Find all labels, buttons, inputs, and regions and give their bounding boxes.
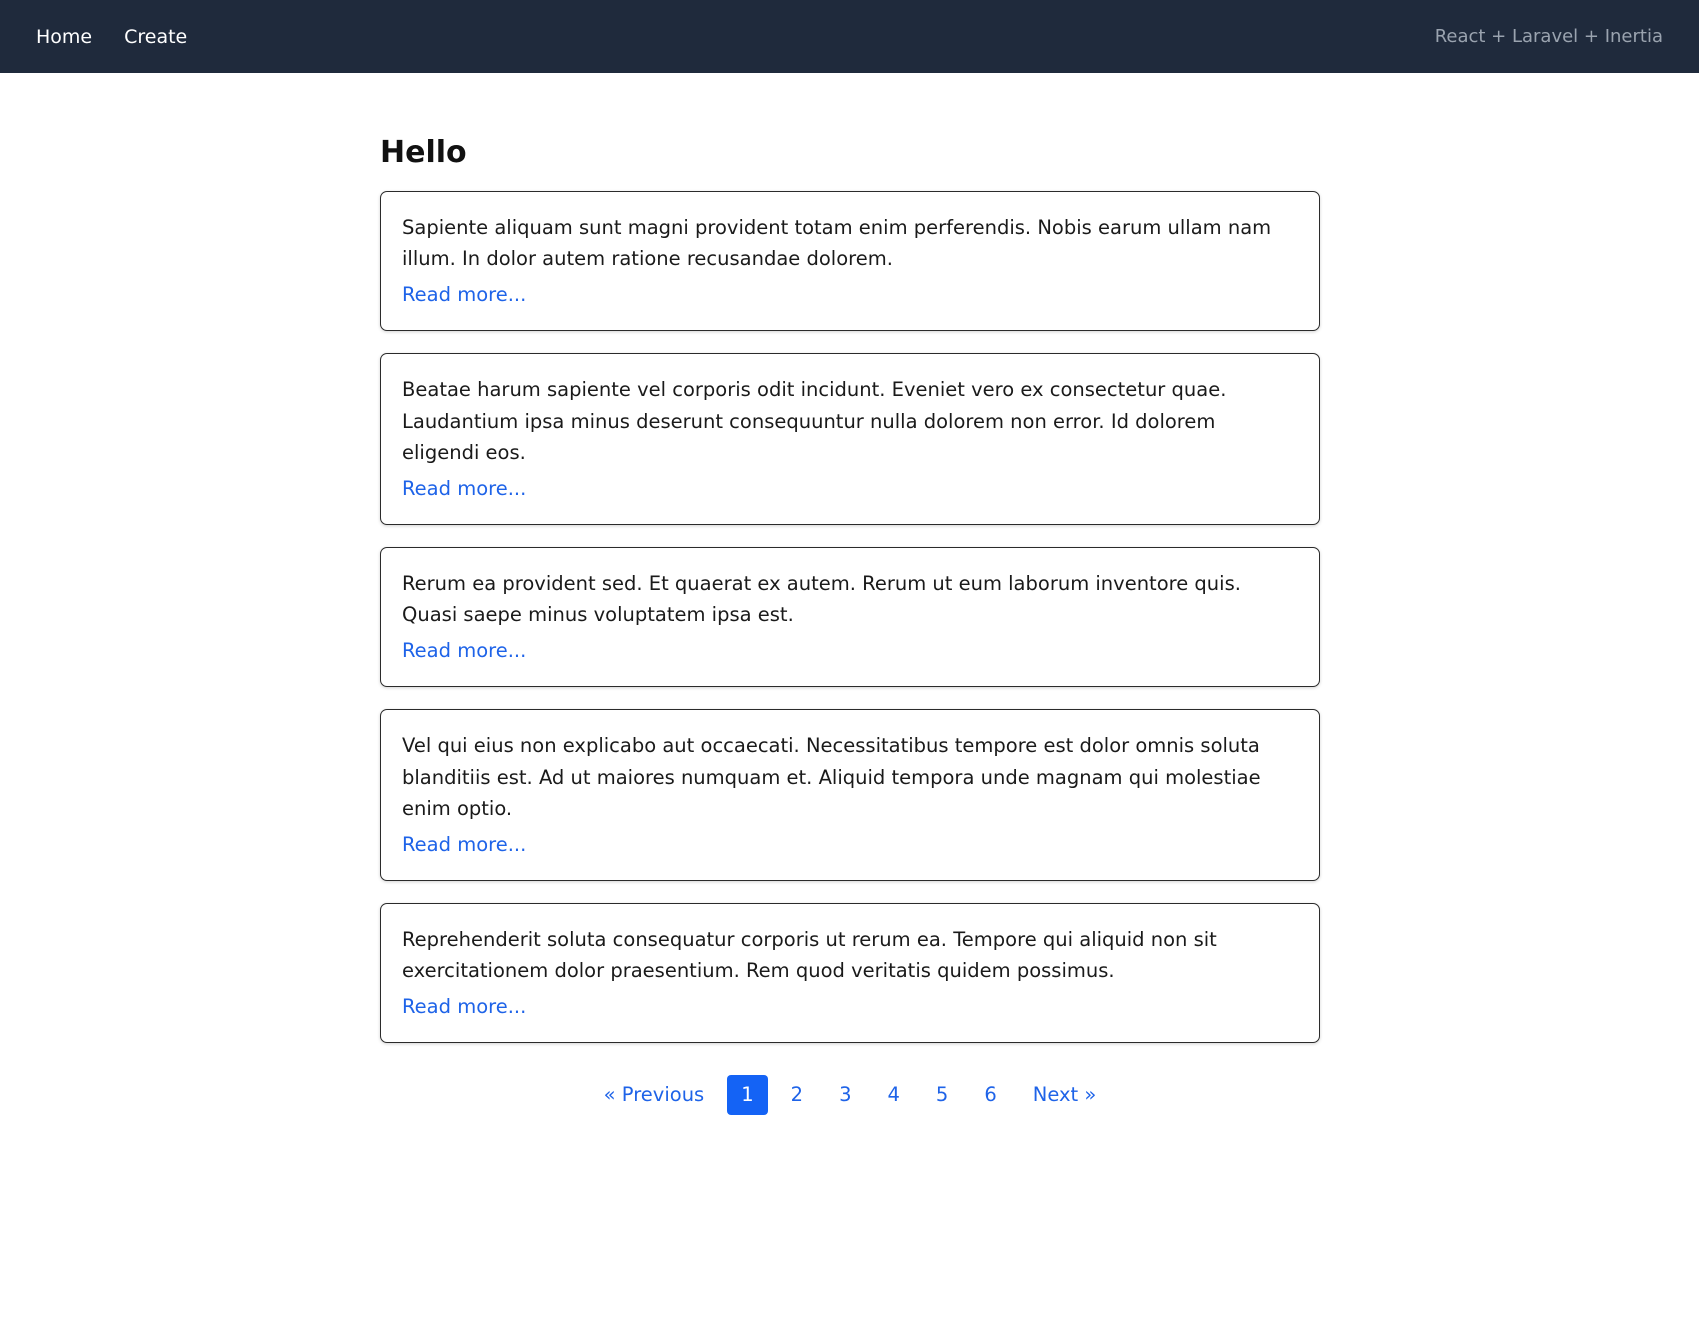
post-card: Beatae harum sapiente vel corporis odit … [380, 353, 1320, 525]
post-card: Vel qui eius non explicabo aut occaecati… [380, 709, 1320, 881]
pagination-previous[interactable]: « Previous [591, 1075, 718, 1114]
pagination-next[interactable]: Next » [1020, 1075, 1110, 1114]
post-body: Beatae harum sapiente vel corporis odit … [402, 378, 1227, 464]
pagination-page-6[interactable]: 6 [971, 1075, 1009, 1114]
post-list: Sapiente aliquam sunt magni provident to… [380, 191, 1320, 1044]
post-body: Vel qui eius non explicabo aut occaecati… [402, 734, 1261, 820]
pagination-page-5[interactable]: 5 [923, 1075, 961, 1114]
pagination-page-3[interactable]: 3 [826, 1075, 864, 1114]
top-navbar: Home Create React + Laravel + Inertia [0, 0, 1699, 73]
main-content: Hello Sapiente aliquam sunt magni provid… [380, 136, 1320, 1115]
nav-links: Home Create [36, 26, 187, 48]
read-more-link[interactable]: Read more... [402, 639, 526, 662]
read-more-link[interactable]: Read more... [402, 995, 526, 1018]
brand-text: React + Laravel + Inertia [1434, 26, 1663, 47]
post-body: Sapiente aliquam sunt magni provident to… [402, 216, 1272, 271]
post-card: Reprehenderit soluta consequatur corpori… [380, 902, 1320, 1044]
nav-link-home[interactable]: Home [36, 26, 92, 48]
post-card: Sapiente aliquam sunt magni provident to… [380, 191, 1320, 332]
post-body: Rerum ea provident sed. Et quaerat ex au… [402, 571, 1241, 627]
read-more-link[interactable]: Read more... [402, 833, 526, 856]
read-more-link[interactable]: Read more... [402, 283, 526, 306]
post-body: Reprehenderit soluta consequatur corpori… [402, 927, 1217, 983]
pagination-page-2[interactable]: 2 [778, 1075, 816, 1114]
read-more-link[interactable]: Read more... [402, 477, 526, 500]
post-card: Rerum ea provident sed. Et quaerat ex au… [380, 546, 1320, 688]
pagination: « Previous 1 2 3 4 5 6 Next » [380, 1075, 1320, 1115]
nav-link-create[interactable]: Create [124, 26, 187, 48]
pagination-page-1[interactable]: 1 [727, 1075, 768, 1115]
page-title: Hello [380, 135, 467, 170]
pagination-page-4[interactable]: 4 [874, 1075, 912, 1114]
